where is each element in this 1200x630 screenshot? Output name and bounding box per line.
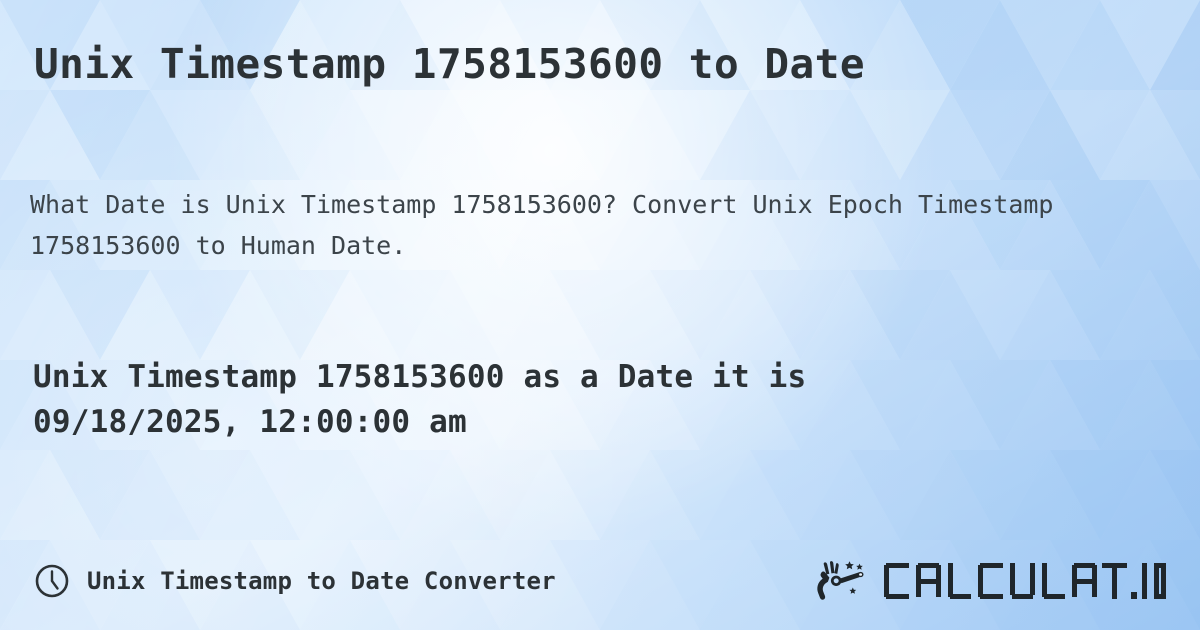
footer: Unix Timestamp to Date Converter — [0, 558, 1200, 604]
og-image-canvas: Unix Timestamp 1758153600 to Date What D… — [0, 0, 1200, 630]
result-line-primary: Unix Timestamp 1758153600 as a Date it i… — [33, 359, 807, 395]
clock-icon — [35, 564, 69, 598]
brand-wordmark: CALCULAT.IO — [884, 563, 1166, 599]
footer-converter-label: Unix Timestamp to Date Converter — [87, 567, 556, 595]
page-description: What Date is Unix Timestamp 1758153600? … — [30, 190, 1054, 260]
result-line-date: 09/18/2025, 12:00:00 am — [33, 403, 467, 440]
footer-branding-left: Unix Timestamp to Date Converter — [34, 563, 556, 599]
conversion-result: Unix Timestamp 1758153600 as a Date it i… — [33, 355, 1163, 445]
page-title: Unix Timestamp 1758153600 to Date — [34, 40, 866, 88]
brand-logo[interactable]: CALCULAT.IO — [814, 558, 1166, 604]
magic-wand-hand-icon — [817, 561, 864, 600]
page-content: Unix Timestamp 1758153600 to Date What D… — [0, 0, 1200, 630]
